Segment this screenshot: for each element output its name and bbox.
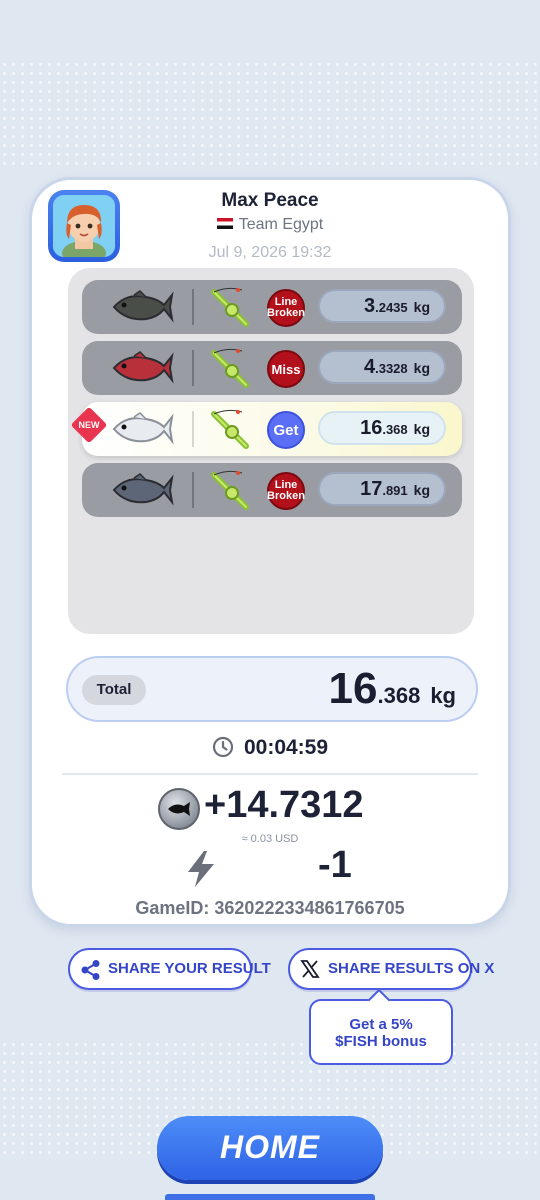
fish-icon [112, 351, 174, 384]
bonus-tooltip: Get a 5% $FISH bonus [309, 999, 453, 1065]
timer-value: 00:04:59 [243, 736, 329, 759]
catch-row: Miss 4.3328 kg [82, 341, 462, 395]
x-logo-icon [300, 960, 320, 978]
reward-value: +14.7312 [204, 784, 364, 826]
player-name: Max Peace [221, 190, 319, 211]
badge-line1: Get [273, 421, 299, 439]
home-button[interactable]: HOME [157, 1116, 383, 1180]
result-card: Max Peace Team Egypt Jul 9, 2026 19:32 L… [29, 177, 511, 927]
lightning-energy-icon [188, 851, 214, 887]
background-dots-top [0, 60, 540, 170]
weight-unit: kg [413, 482, 430, 498]
total-weight-box: Total 16.368 kg [66, 656, 478, 722]
row-divider [192, 289, 194, 325]
weight-dec: .3328 [375, 361, 408, 376]
new-tag-label: NEW [78, 420, 100, 430]
row-divider [192, 472, 194, 508]
weight-unit: kg [413, 421, 430, 437]
weight-dec: .368 [382, 422, 408, 437]
share-result-label: SHARE YOUR RESULT [108, 960, 271, 977]
share-x-label: SHARE RESULTS ON X [328, 960, 495, 977]
catch-weight: 4.3328 kg [318, 350, 446, 384]
fish-token-icon [158, 788, 200, 830]
weight-int: 4 [363, 356, 376, 378]
total-weight-dec: .368 [377, 683, 421, 708]
weight-int: 3 [363, 295, 376, 317]
result-badge: Line Broken [267, 472, 305, 510]
catch-row: Line Broken 3.2435 kg [82, 280, 462, 334]
catch-results-panel: Line Broken 3.2435 kg Miss 4.3328 kg NEW Get 16.3… [68, 268, 474, 634]
fishing-rod-icon [211, 287, 249, 327]
egypt-flag-icon [216, 218, 233, 230]
fishing-rod-icon [211, 409, 249, 449]
total-weight-int: 16 [328, 664, 378, 713]
share-icon [81, 960, 100, 980]
result-badge: Get [267, 411, 305, 449]
catch-weight: 16.368 kg [318, 411, 446, 445]
weight-int: 17 [360, 478, 383, 500]
game-timer: 00:04:59 [32, 736, 508, 760]
result-badge: Miss [267, 350, 305, 388]
weight-unit: kg [413, 299, 430, 315]
badge-line2: Broken [267, 490, 305, 502]
new-tag: NEW [70, 406, 108, 444]
fishing-rod-icon [211, 348, 249, 388]
game-id: GameID: 3620222334861766705 [135, 898, 405, 918]
team-label: Team Egypt [32, 216, 508, 234]
team-name: Team Egypt [238, 216, 324, 233]
weight-dec: .2435 [375, 300, 408, 315]
total-label: Total [82, 675, 146, 705]
fishing-rod-icon [211, 470, 249, 510]
share-result-button[interactable]: SHARE YOUR RESULT [68, 948, 271, 990]
total-weight-unit: kg [430, 683, 456, 708]
divider [62, 773, 478, 775]
reward-usd: ≈ 0.03 USD [241, 833, 299, 845]
catch-weight: 3.2435 kg [318, 289, 446, 323]
badge-line2: Broken [267, 307, 305, 319]
fish-icon [112, 412, 174, 445]
badge-line1: Miss [271, 361, 301, 377]
game-date: Jul 9, 2026 19:32 [208, 244, 332, 261]
catch-row: NEW Get 16.368 kg [70, 402, 462, 456]
tooltip-line1: Get a 5% [349, 1016, 413, 1033]
share-x-button[interactable]: SHARE RESULTS ON X [288, 948, 494, 990]
catch-weight: 17.891 kg [318, 472, 446, 506]
fish-icon [112, 290, 174, 323]
weight-dec: .891 [382, 483, 408, 498]
row-divider [192, 350, 194, 386]
weight-unit: kg [413, 360, 430, 376]
catch-row: Line Broken 17.891 kg [82, 463, 462, 517]
clock-icon [212, 736, 234, 758]
next-button-edge[interactable] [165, 1194, 375, 1200]
weight-int: 16 [360, 417, 383, 439]
fish-icon [112, 473, 174, 506]
result-badge: Line Broken [267, 289, 305, 327]
total-weight-value: 16.368 kg [329, 664, 456, 714]
row-divider [192, 411, 194, 447]
tooltip-line2: $FISH bonus [335, 1033, 427, 1050]
energy-value: -1 [318, 844, 352, 886]
